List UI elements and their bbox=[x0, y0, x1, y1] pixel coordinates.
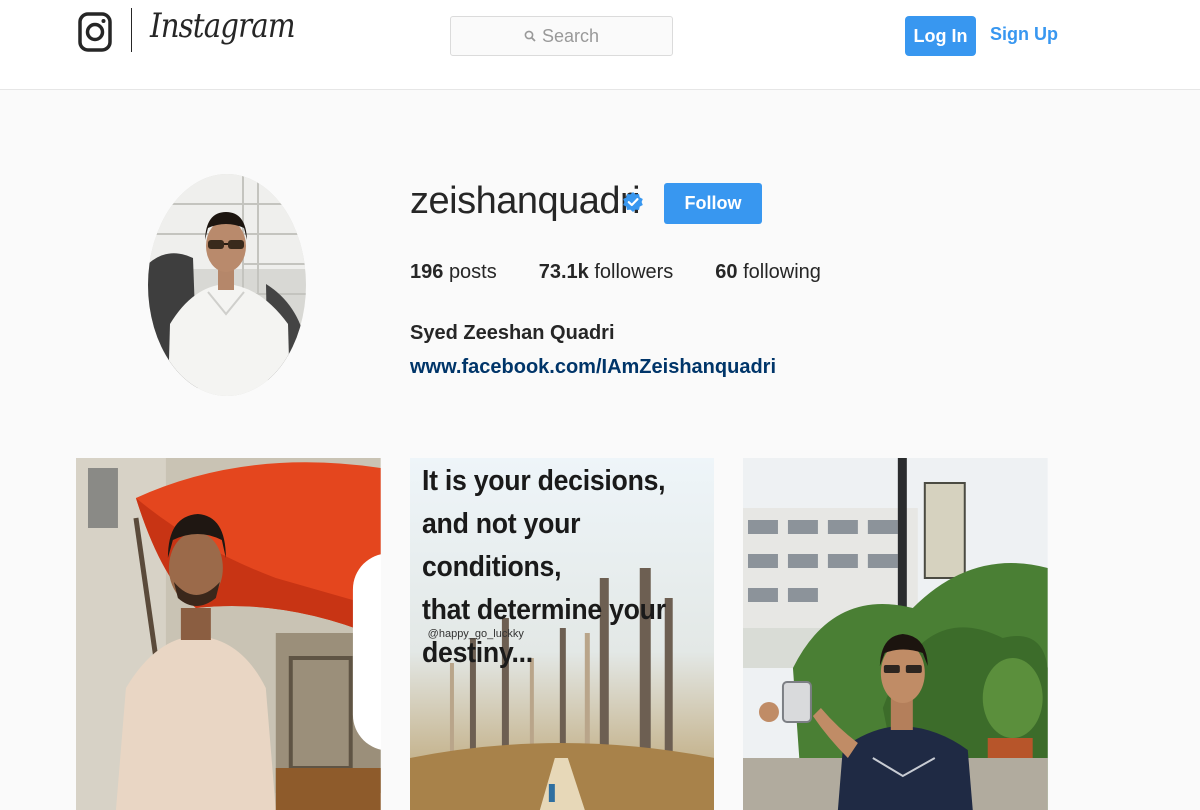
post-2-quote: It is your decisions, and not your condi… bbox=[422, 460, 691, 675]
posts-stat: 196 posts bbox=[410, 261, 497, 284]
follow-button[interactable]: Follow bbox=[664, 183, 762, 224]
search-icon bbox=[524, 30, 536, 42]
post-tile-3[interactable] bbox=[743, 458, 1049, 810]
post-3-photo bbox=[743, 458, 1049, 810]
profile-username: zeishanquadri bbox=[410, 180, 641, 222]
followers-stat[interactable]: 73.1k followers bbox=[539, 261, 674, 284]
post-tile-2[interactable]: It is your decisions, and not your condi… bbox=[409, 458, 715, 810]
profile-full-name: Syed Zeeshan Quadri bbox=[410, 322, 615, 344]
posts-count: 196 bbox=[410, 261, 444, 283]
following-label: following bbox=[743, 261, 821, 283]
following-stat[interactable]: 60 following bbox=[715, 261, 821, 284]
search-input[interactable]: Search bbox=[450, 16, 673, 56]
following-count: 60 bbox=[715, 261, 738, 283]
logo-divider bbox=[131, 8, 132, 52]
followers-count: 73.1k bbox=[538, 261, 589, 283]
posts-grid: It is your decisions, and not your condi… bbox=[76, 458, 1049, 810]
quote-line: It is your decisions, bbox=[421, 465, 666, 497]
login-button[interactable]: Log In bbox=[905, 16, 976, 56]
quote-line: and not your conditions, bbox=[421, 508, 581, 583]
post-2-handle: @happy_go_luckky bbox=[427, 628, 524, 640]
instagram-logo[interactable]: Instagram bbox=[150, 6, 296, 46]
followers-label: followers bbox=[594, 261, 674, 283]
quote-line: that determine your bbox=[421, 594, 666, 626]
profile-stats: 196 posts 73.1k followers 60 following bbox=[410, 261, 863, 284]
video-badge-icon bbox=[352, 554, 381, 750]
top-nav-bar: Instagram Search Log In Sign Up bbox=[0, 0, 1200, 90]
verified-badge-icon bbox=[623, 192, 643, 212]
post-tile-1[interactable] bbox=[76, 458, 381, 810]
profile-website-link[interactable]: www.facebook.com/IAmZeishanquadri bbox=[410, 356, 776, 379]
posts-label: posts bbox=[448, 261, 497, 283]
search-placeholder: Search bbox=[541, 25, 600, 46]
instagram-camera-icon[interactable] bbox=[78, 10, 112, 54]
profile-avatar bbox=[148, 174, 306, 396]
signup-link[interactable]: Sign Up bbox=[990, 24, 1058, 45]
